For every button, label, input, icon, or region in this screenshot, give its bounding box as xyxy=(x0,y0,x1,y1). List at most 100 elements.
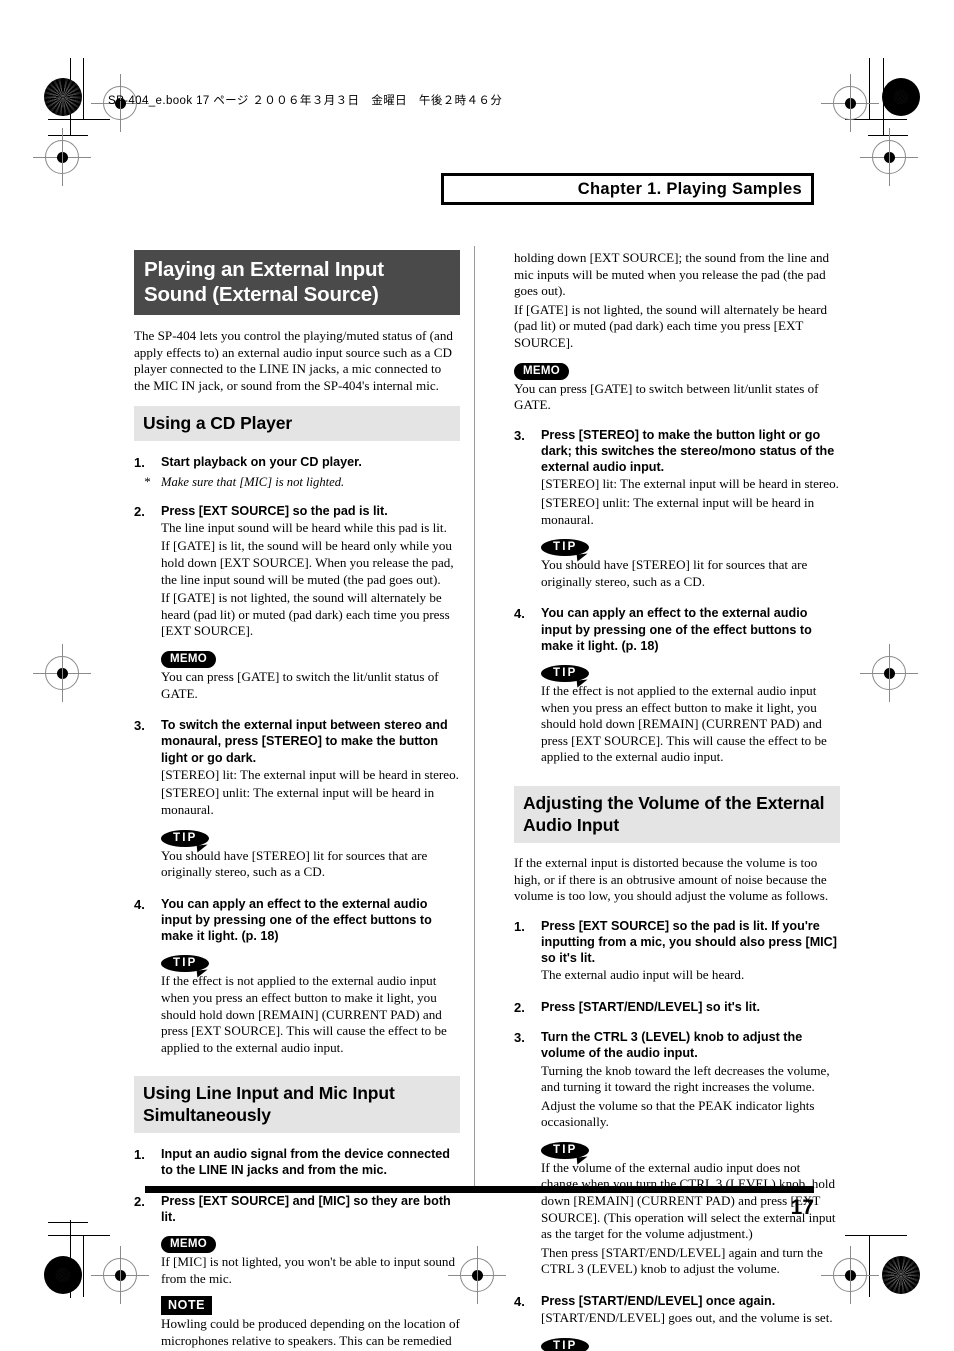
tip-badge-row: TIP xyxy=(541,1336,840,1351)
tip-icon: TIP xyxy=(541,539,589,557)
section-heading-cd-player: Using a CD Player xyxy=(134,406,460,442)
note-badge-row: NOTE xyxy=(161,1296,460,1316)
crop-mark-top-right-h2 xyxy=(868,135,908,136)
step-number: 2. xyxy=(134,1193,145,1209)
crop-mark-bottom-right-v xyxy=(869,1235,870,1297)
tip-text: You should have [STEREO] lit for sources… xyxy=(541,557,808,589)
step-paragraph: Turning the knob toward the left decreas… xyxy=(541,1062,830,1095)
step-number: 2. xyxy=(514,999,525,1015)
halftone-patch-top-left xyxy=(44,78,82,116)
memo-icon: MEMO xyxy=(514,362,569,380)
step-item: 3. Press [STEREO] to make the button lig… xyxy=(514,427,840,593)
tip-badge-row: TIP xyxy=(161,828,460,847)
step-title: You can apply an effect to the external … xyxy=(161,896,432,944)
registration-mark-top-right-lower xyxy=(860,128,918,186)
registration-mark-bottom-center xyxy=(448,1246,506,1304)
file-header-line: SP-404_e.book 17 ページ ２００６年３月３日 金曜日 午後２時４… xyxy=(108,95,503,107)
continued-paragraph: If [GATE] is not lighted, the sound will… xyxy=(514,301,828,350)
chapter-header: Chapter 1. Playing Samples xyxy=(441,173,814,205)
step-number: 1. xyxy=(514,918,525,934)
step-title: Press [START/END/LEVEL] once again. xyxy=(541,1294,776,1309)
halftone-patch-bottom-right xyxy=(882,1256,920,1294)
asterisk-marker: * xyxy=(144,473,151,489)
tip-badge-row: TIP xyxy=(541,1140,840,1159)
crop-mark-top-left-h xyxy=(48,119,110,120)
registration-mark-top-right xyxy=(821,74,879,132)
chapter-title: Chapter 1. Playing Samples xyxy=(577,179,802,198)
memo-text: You can press [GATE] to switch between l… xyxy=(514,380,819,413)
step-title: Press [EXT SOURCE] and [MIC] so they are… xyxy=(161,1193,451,1224)
step-item: 3. Turn the CTRL 3 (LEVEL) knob to adjus… xyxy=(514,1029,840,1280)
step-paragraph: The external audio input will be heard. xyxy=(541,967,745,983)
step-paragraph: If [GATE] is not lighted, the sound will… xyxy=(161,590,450,639)
step-title: Input an audio signal from the device co… xyxy=(161,1147,450,1178)
crop-mark-bottom-left-h xyxy=(48,1235,110,1236)
step-item: 4. You can apply an effect to the extern… xyxy=(134,896,460,1059)
section-heading-volume: Adjusting the Volume of the External Aud… xyxy=(514,785,840,843)
halftone-patch-bottom-left xyxy=(44,1256,82,1294)
step-item: 1. Press [EXT SOURCE] so the pad is lit.… xyxy=(514,918,840,986)
tip-badge-row: TIP xyxy=(541,663,840,682)
step-number: 1. xyxy=(134,455,145,471)
memo-text: If [MIC] is not lighted, you won't be ab… xyxy=(161,1254,456,1286)
memo-badge-row: MEMO xyxy=(514,361,840,380)
tip-text: Then press [START/END/LEVEL] again and t… xyxy=(541,1244,823,1277)
step-item: 2. Press [EXT SOURCE] so the pad is lit.… xyxy=(134,503,460,705)
step-title: Press [START/END/LEVEL] so it's lit. xyxy=(541,999,760,1014)
step-title: To switch the external input between ste… xyxy=(161,718,448,765)
manual-page: SP-404_e.book 17 ページ ２００６年３月３日 金曜日 午後２時４… xyxy=(0,0,954,1351)
step-paragraph: [STEREO] unlit: The external input will … xyxy=(541,494,815,527)
step-title: Start playback on your CD player. xyxy=(161,455,362,470)
step-number: 3. xyxy=(514,427,525,443)
step-item: 4. You can apply an effect to the extern… xyxy=(514,605,840,768)
column-divider xyxy=(474,246,475,1190)
memo-badge-row: MEMO xyxy=(161,649,460,668)
intro-paragraph: The SP-404 lets you control the playing/… xyxy=(134,328,453,393)
step-paragraph: [STEREO] lit: The external input will be… xyxy=(541,476,839,492)
section-intro-paragraph: If the external input is distorted becau… xyxy=(514,854,829,904)
tip-text: If the effect is not applied to the exte… xyxy=(161,973,447,1055)
step-paragraph: [STEREO] lit: The external input will be… xyxy=(161,766,459,782)
memo-icon: MEMO xyxy=(161,650,216,668)
footnote-item: * Make sure that [MIC] is not lighted. xyxy=(134,474,460,490)
note-text: Howling could be produced depending on t… xyxy=(161,1316,460,1351)
registration-mark-left-middle xyxy=(33,644,91,702)
step-item: 2. Press [EXT SOURCE] and [MIC] so they … xyxy=(134,1193,460,1351)
memo-icon: MEMO xyxy=(161,1236,216,1254)
memo-badge-row: MEMO xyxy=(161,1234,460,1254)
note-icon: NOTE xyxy=(161,1296,213,1316)
crop-mark-bottom-left-v xyxy=(83,1235,84,1297)
tip-icon: TIP xyxy=(161,829,209,847)
tip-icon: TIP xyxy=(541,1337,589,1351)
memo-text: You can press [GATE] to switch the lit/u… xyxy=(161,668,439,701)
tip-text: If the effect is not applied to the exte… xyxy=(541,682,827,765)
step-title: Press [EXT SOURCE] so the pad is lit. If… xyxy=(541,918,837,966)
step-number: 2. xyxy=(134,503,145,519)
step-item: 1. Input an audio signal from the device… xyxy=(134,1146,460,1179)
crop-mark-bottom-right-h xyxy=(845,1235,907,1236)
crop-mark-top-left-v xyxy=(83,58,84,120)
crop-mark-top-right-v xyxy=(869,58,870,120)
registration-mark-right-middle xyxy=(860,644,918,702)
step-paragraph: [START/END/LEVEL] goes out, and the volu… xyxy=(541,1310,833,1326)
registration-mark-top-left-lower xyxy=(33,128,91,186)
tip-icon: TIP xyxy=(161,955,209,973)
step-number: 1. xyxy=(134,1147,145,1163)
tip-icon: TIP xyxy=(541,1141,589,1159)
tip-icon: TIP xyxy=(541,664,589,682)
footer-rule xyxy=(145,1186,814,1193)
step-title: Press [STEREO] to make the button light … xyxy=(541,427,835,475)
tip-text: You should have [STEREO] lit for sources… xyxy=(161,847,428,880)
step-number: 4. xyxy=(134,896,145,912)
step-paragraph: The line input sound will be heard while… xyxy=(161,519,447,535)
tip-badge-row: TIP xyxy=(161,953,460,973)
crop-mark-bottom-left-h2 xyxy=(48,1222,88,1223)
step-item: 4. Press [START/END/LEVEL] once again. [… xyxy=(514,1293,840,1351)
crop-mark-top-left-h2 xyxy=(48,135,88,136)
registration-mark-bottom-left xyxy=(91,1246,149,1304)
step-title: Press [EXT SOURCE] so the pad is lit. xyxy=(161,503,388,518)
continued-paragraph: holding down [EXT SOURCE]; the sound fro… xyxy=(514,250,830,299)
page-title: Playing an External Input Sound (Externa… xyxy=(134,250,460,315)
step-title: You can apply an effect to the external … xyxy=(541,606,812,653)
section-heading-simultaneous: Using Line Input and Mic Input Simultane… xyxy=(134,1076,460,1134)
